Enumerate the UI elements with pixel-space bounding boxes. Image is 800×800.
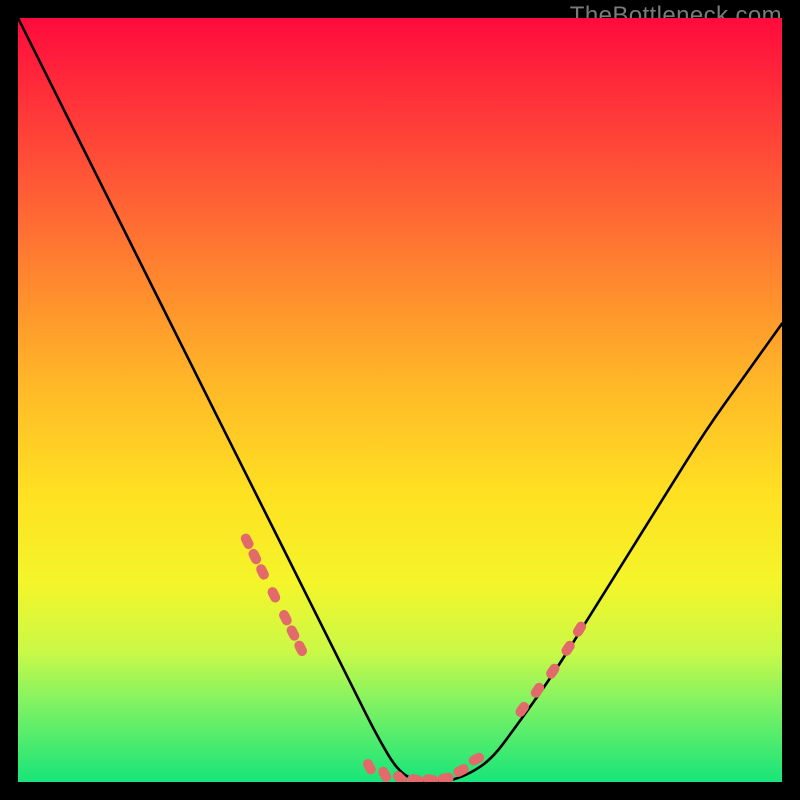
- curve-marker: [266, 585, 282, 604]
- curve-markers: [239, 532, 588, 782]
- curve-marker: [285, 624, 301, 643]
- curve-marker: [376, 765, 392, 782]
- curve-marker: [239, 532, 255, 551]
- curve-marker: [513, 700, 530, 719]
- curve-marker: [407, 773, 424, 782]
- curve-marker: [247, 547, 263, 566]
- curve-marker: [422, 773, 439, 782]
- curve-marker: [529, 681, 546, 700]
- curve-marker: [254, 563, 270, 582]
- curve-marker: [361, 757, 377, 776]
- bottleneck-curve: [18, 18, 782, 782]
- plot-area: [18, 18, 782, 782]
- curve-marker: [437, 772, 454, 782]
- curve-marker: [277, 608, 293, 627]
- curve-overlay: [18, 18, 782, 782]
- stage: TheBottleneck.com: [0, 0, 800, 800]
- curve-marker: [293, 639, 309, 658]
